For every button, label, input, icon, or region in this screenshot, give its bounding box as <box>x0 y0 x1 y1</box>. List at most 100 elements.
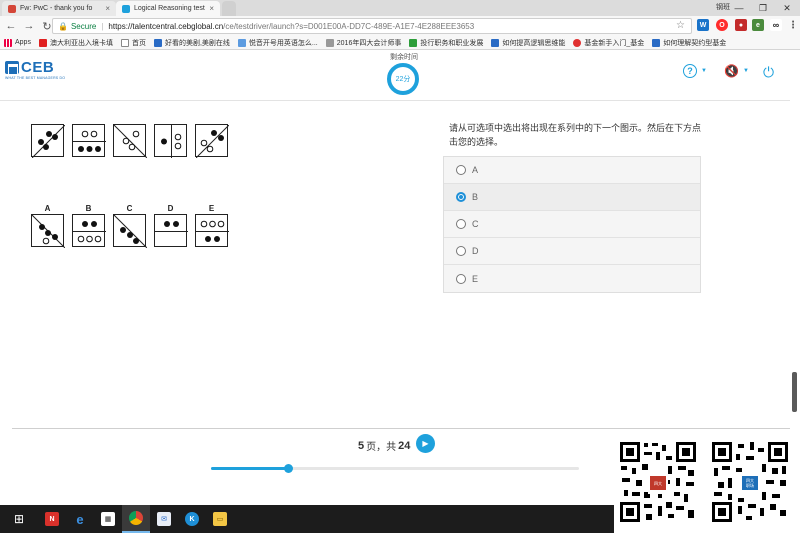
taskbar-chrome[interactable] <box>122 505 150 533</box>
series-tile-1 <box>31 124 65 158</box>
bookmark-item[interactable]: 如何理解契约型基金 <box>652 38 726 48</box>
ceb-logo-icon <box>5 61 19 75</box>
adblock-icon[interactable]: ● <box>735 19 747 31</box>
bookmark-site-icon <box>325 38 334 47</box>
bookmark-item[interactable]: 基金新手入门_基金 <box>573 38 644 48</box>
bookmark-item[interactable]: 首页 <box>120 38 146 48</box>
restore-icon[interactable]: ❐ <box>752 0 774 16</box>
menu-icon[interactable]: ⋮ <box>787 19 799 31</box>
page-total: 24 <box>398 439 411 452</box>
taskbar-explorer[interactable]: ▭ <box>206 505 234 533</box>
series-tile-4 <box>154 124 187 158</box>
tab-email[interactable]: Fw: PwC - thank you fo × <box>2 1 116 16</box>
gmail-icon <box>8 4 16 13</box>
new-tab-button[interactable] <box>222 1 236 16</box>
bookmark-apps[interactable]: Apps <box>4 38 31 47</box>
windows-start-button[interactable]: ⊞ <box>0 505 38 533</box>
taskbar-app[interactable]: N <box>38 505 66 533</box>
radio-button[interactable] <box>456 273 466 284</box>
bookmark-item[interactable]: 2016年四大会计师事 <box>325 38 401 48</box>
answer-option-e[interactable]: E <box>444 265 700 292</box>
app-header: CEB WHAT THE BEST MANAGERS DO 剩余时间 22分 ?… <box>0 51 790 101</box>
page-icon <box>120 38 129 47</box>
folder-icon: ▭ <box>213 512 227 526</box>
edge-icon: e <box>76 511 84 527</box>
series-tile-3 <box>113 124 147 158</box>
question-prompt: 请从可选项中选出将出现在系列中的下一个图示。然后在下方点击您的选择。 <box>449 123 702 147</box>
app-red-icon: N <box>45 512 59 526</box>
forward-icon[interactable]: → <box>22 20 36 32</box>
option-letter-b: B <box>85 204 92 213</box>
bookmark-item[interactable]: 好看的美剧,美剧在线 <box>153 38 230 48</box>
minimize-icon[interactable]: — <box>728 0 750 16</box>
radio-button[interactable] <box>456 219 466 229</box>
progress-knob <box>284 464 294 473</box>
option-tile-a <box>31 214 65 248</box>
address-bar-row: ← → ↻ 🔒 Secure | https://talentcentral.c… <box>0 16 800 36</box>
url-path: /ce/testdriver/launch?s=D001E00A-DD7C-48… <box>223 21 475 31</box>
answer-option-b[interactable]: B <box>444 184 700 211</box>
extension-green-icon[interactable]: e <box>752 19 764 31</box>
option-tile-d <box>154 214 188 247</box>
bookmark-item[interactable]: 悦音开号用英语怎么... <box>237 38 318 48</box>
tab-logical-reasoning[interactable]: Logical Reasoning test × <box>116 1 220 16</box>
chevron-down-icon: ▼ <box>742 68 749 74</box>
bookmark-site-icon <box>652 38 661 47</box>
bookmark-item[interactable]: 澳大利亚出入境卡填 <box>38 38 113 48</box>
scrollbar-thumb[interactable] <box>792 372 797 412</box>
progress-bar <box>211 464 579 473</box>
taskbar-edge[interactable]: e <box>66 505 94 533</box>
close-icon[interactable]: × <box>105 4 110 13</box>
bookmark-item[interactable]: 如何提高逻辑思维能 <box>491 38 565 48</box>
taskbar: ⊞ N e ▦ ✉ K ▭ <box>0 505 614 533</box>
play-icon: ▶ <box>422 439 429 448</box>
mute-icon: 🔇 <box>724 64 739 78</box>
opera-icon[interactable]: O <box>716 19 728 31</box>
sound-menu[interactable]: 🔇 ▼ <box>724 64 749 78</box>
option-letter-d: D <box>167 204 174 213</box>
series-tile-5 <box>195 124 229 158</box>
bookmark-site-icon <box>153 38 162 47</box>
bookmark-star-icon[interactable]: ☆ <box>676 20 685 31</box>
back-icon[interactable]: ← <box>4 20 18 32</box>
option-letter-c: C <box>126 204 133 213</box>
option-letter-a: A <box>44 204 51 213</box>
answer-option-c[interactable]: C <box>444 211 700 238</box>
radio-button[interactable] <box>456 246 466 256</box>
bookmark-site-icon <box>491 38 500 47</box>
exit-icon: ⏻ <box>763 64 775 80</box>
chevron-down-icon: ▼ <box>701 68 707 74</box>
store-icon: ▦ <box>101 512 115 526</box>
option-tile-b <box>72 214 106 247</box>
bookmark-r-icon <box>38 38 47 47</box>
taskbar-mail[interactable]: ✉ <box>150 505 178 533</box>
glasses-icon[interactable]: ∞ <box>770 19 782 31</box>
radio-button[interactable] <box>456 165 466 175</box>
qr-logo-badge: 四大 职场 <box>742 476 758 490</box>
answer-option-a[interactable]: A <box>444 157 700 184</box>
bookmark-site-icon <box>409 38 418 47</box>
help-menu[interactable]: ? ▼ <box>683 64 707 78</box>
bookmark-site-icon <box>237 38 246 47</box>
mail-icon: ✉ <box>157 512 171 526</box>
timer-value: 22分 <box>395 76 411 83</box>
logo-tagline: WHAT THE BEST MANAGERS DO <box>5 76 66 80</box>
radio-button-selected[interactable] <box>456 192 466 202</box>
close-window-icon[interactable]: ✕ <box>776 0 798 16</box>
taskbar-app-k[interactable]: K <box>178 505 206 533</box>
page-label: 页，共 <box>366 442 397 453</box>
lock-icon: 🔒 <box>58 21 68 31</box>
answer-option-d[interactable]: D <box>444 238 700 265</box>
bookmark-item[interactable]: 投行职务和职业发展 <box>409 38 483 48</box>
next-button[interactable]: ▶ <box>416 434 435 453</box>
close-icon[interactable]: × <box>209 4 214 13</box>
option-tile-c <box>113 214 147 248</box>
chrome-icon <box>129 511 143 525</box>
extension-icon[interactable]: W <box>697 19 709 31</box>
exit-button[interactable]: ⏻ <box>763 64 774 81</box>
option-tile-e <box>195 214 229 247</box>
bookmarks-bar: Apps 澳大利亚出入境卡填 首页 好看的美剧,美剧在线 悦音开号用英语怎么..… <box>0 36 800 50</box>
taskbar-store[interactable]: ▦ <box>94 505 122 533</box>
url-input[interactable]: 🔒 Secure | https://talentcentral.cebglob… <box>52 18 692 34</box>
series-tile-2 <box>72 124 106 157</box>
